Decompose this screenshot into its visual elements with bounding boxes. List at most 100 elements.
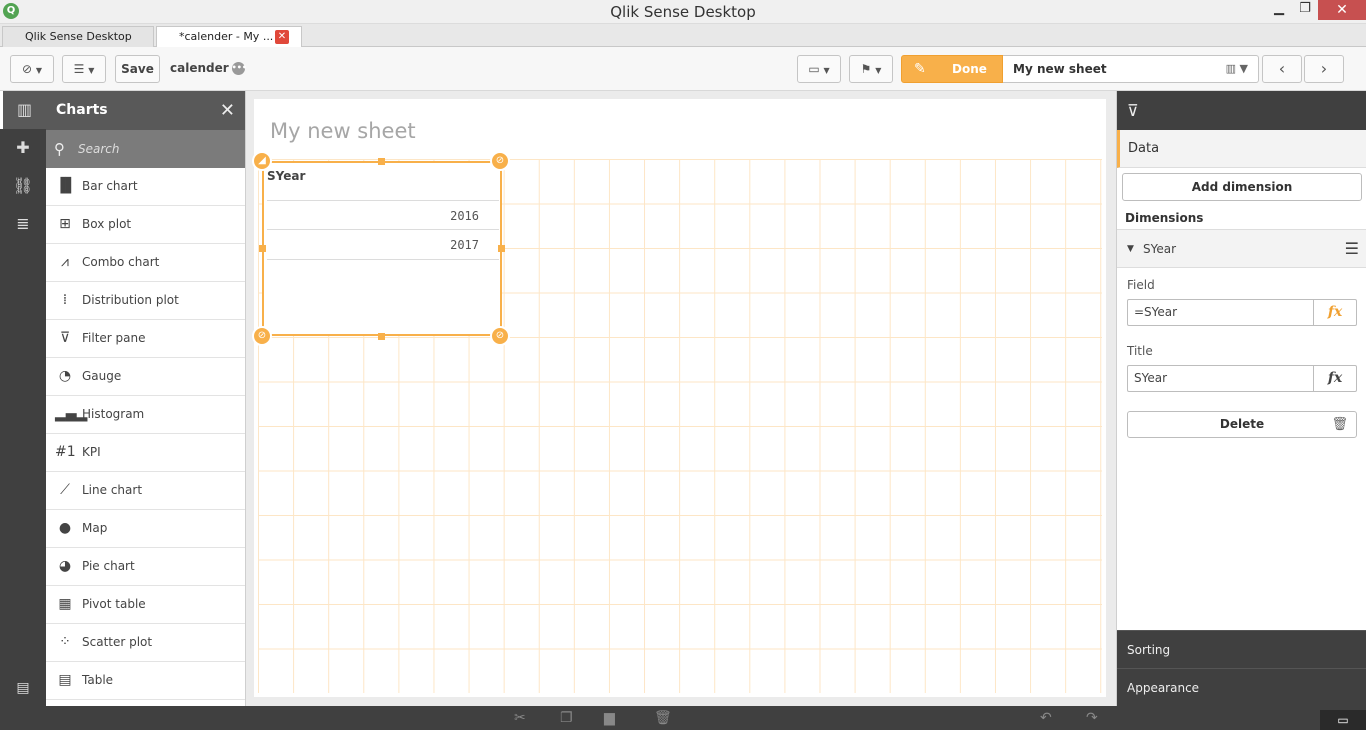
rail-fields[interactable]: ≣	[0, 205, 46, 243]
chart-item-label: Box plot	[82, 217, 132, 231]
resize-handle-top[interactable]	[378, 158, 385, 165]
resize-handle-top-left[interactable]: ◢	[252, 151, 272, 171]
chart-item-label: Scatter plot	[82, 635, 153, 649]
map-icon: ●	[58, 520, 72, 536]
bar-chart-icon: ▥	[16, 100, 33, 119]
rail-extensions[interactable]: ✚	[0, 129, 46, 167]
resize-handle-top-right[interactable]: ⊘	[490, 151, 510, 171]
chart-item-label: Line chart	[82, 483, 143, 497]
undo-icon[interactable]: ↶	[1040, 710, 1052, 726]
previous-sheet-button[interactable]: ‹	[1262, 55, 1302, 83]
asset-rail: ▥ ✚ ⛓ ≣ ▤	[0, 91, 46, 706]
caret-down-icon: ▼	[1127, 244, 1134, 254]
next-sheet-button[interactable]: ›	[1304, 55, 1344, 83]
bookmark-icon: ⚑	[860, 62, 872, 76]
dimension-name: SYear	[1143, 242, 1177, 256]
copy-icon[interactable]: ❐	[560, 710, 573, 726]
list-item[interactable]: 2017	[267, 230, 499, 260]
hamburger-icon[interactable]: ☰	[1345, 230, 1359, 268]
chart-item-distribution-plot[interactable]: ⁞ Distribution plot	[46, 282, 245, 320]
chart-item-gauge[interactable]: ◔ Gauge	[46, 358, 245, 396]
close-window-button[interactable]: ✕	[1318, 0, 1366, 20]
trash-icon: 🗑	[1331, 417, 1348, 432]
rail-master-items[interactable]: ⛓	[0, 167, 46, 205]
app-name-label: calender	[170, 61, 229, 75]
list-item[interactable]: 2016	[267, 200, 499, 230]
field-expression-button[interactable]: fx	[1313, 299, 1357, 326]
chevron-down-icon: ▼	[35, 66, 43, 75]
delete-icon[interactable]: 🗑	[654, 710, 672, 726]
rail-variables[interactable]: ▤	[0, 671, 46, 706]
app-name: calender •••	[170, 61, 247, 75]
dimension-item-syear[interactable]: ▼ SYear ☰	[1117, 229, 1366, 268]
sorting-section[interactable]: Sorting	[1117, 630, 1366, 668]
field-label: Field	[1127, 278, 1155, 292]
paste-icon[interactable]: ▆	[604, 710, 615, 726]
sheet-title[interactable]: My new sheet	[270, 119, 416, 143]
tab-close-icon[interactable]: ✕	[275, 30, 289, 44]
resize-handle-right[interactable]	[498, 245, 505, 252]
bottom-bar: ✂ ❐ ▆ 🗑 ↶ ↷ ▭	[0, 706, 1366, 730]
search-input[interactable]: ⚲ Search	[46, 130, 245, 168]
title-expression-button[interactable]: fx	[1313, 365, 1357, 392]
done-label: Done	[952, 62, 987, 76]
chart-item-map[interactable]: ● Map	[46, 510, 245, 548]
pie-chart-icon: ◕	[58, 558, 72, 574]
chart-item-label: KPI	[82, 445, 101, 459]
bookmark-button[interactable]: ⚑ ▼	[849, 55, 893, 83]
chart-item-pie-chart[interactable]: ◕ Pie chart	[46, 548, 245, 586]
rail-charts[interactable]: ▥	[0, 91, 46, 129]
sheet-selector[interactable]: My new sheet ▥ ▼	[1003, 55, 1259, 83]
bar-chart-icon: ▐▌	[55, 178, 77, 194]
app-info-icon[interactable]: •••	[231, 62, 247, 75]
present-button[interactable]: ▭ ▼	[797, 55, 841, 83]
appearance-section[interactable]: Appearance	[1117, 668, 1366, 706]
database-icon: ≣	[16, 214, 30, 233]
list-menu-button[interactable]: ☰ ▼	[62, 55, 106, 83]
sheet-area: My new sheet SYear 2016 2017 ◢ ⊘ ⊘ ⊘	[246, 91, 1116, 706]
chart-item-scatter-plot[interactable]: ⁘ Scatter plot	[46, 624, 245, 662]
data-section-header[interactable]: Data	[1117, 130, 1366, 168]
navigation-button[interactable]: ⊘ ▼	[10, 55, 54, 83]
done-button[interactable]: ✎ Done	[901, 55, 1003, 83]
filter-pane-object[interactable]: SYear 2016 2017	[262, 161, 502, 336]
window-title: Qlik Sense Desktop	[610, 3, 756, 21]
sheet-name: My new sheet	[1013, 62, 1107, 76]
chart-item-line-chart[interactable]: ⟋ Line chart	[46, 472, 245, 510]
dimensions-label: Dimensions	[1125, 211, 1204, 225]
chart-item-bar-chart[interactable]: ▐▌ Bar chart	[46, 168, 245, 206]
chart-item-box-plot[interactable]: ⊞ Box plot	[46, 206, 245, 244]
add-dimension-button[interactable]: Add dimension	[1122, 173, 1362, 201]
sheet-canvas[interactable]: My new sheet SYear 2016 2017 ◢ ⊘ ⊘ ⊘	[252, 99, 1106, 697]
chart-item-filter-pane[interactable]: ⊽ Filter pane	[46, 320, 245, 358]
redo-icon[interactable]: ↷	[1086, 710, 1098, 726]
presentation-icon: ▭	[808, 62, 820, 76]
tab-label: *calender - My ...	[179, 30, 274, 43]
puzzle-icon: ✚	[16, 138, 30, 157]
chart-item-kpi[interactable]: #1 KPI	[46, 434, 245, 472]
save-button[interactable]: Save	[115, 55, 160, 83]
resize-handle-bottom[interactable]	[378, 333, 385, 340]
link-icon: ⛓	[12, 176, 34, 195]
chart-item-combo-chart[interactable]: ⩘ Combo chart	[46, 244, 245, 282]
close-icon[interactable]: ✕	[220, 91, 235, 130]
chart-item-table[interactable]: ▤ Table	[46, 662, 245, 700]
distribution-plot-icon: ⁞	[62, 292, 68, 308]
tab-hub[interactable]: Qlik Sense Desktop hub	[2, 26, 154, 63]
resize-handle-bottom-right[interactable]: ⊘	[490, 326, 510, 346]
title-input[interactable]: SYear	[1127, 365, 1314, 392]
cut-icon[interactable]: ✂	[514, 710, 526, 726]
maximize-button[interactable]: ❐	[1290, 0, 1320, 20]
toggle-properties-icon[interactable]: ▭	[1320, 710, 1366, 730]
field-input[interactable]: =SYear	[1127, 299, 1314, 326]
resize-handle-bottom-left[interactable]: ⊘	[252, 326, 272, 346]
window-title-bar: Q Qlik Sense Desktop ▁ ❐ ✕	[0, 0, 1366, 24]
tab-calender-app[interactable]: *calender - My ... ✕	[156, 26, 302, 48]
delete-button[interactable]: Delete 🗑	[1127, 411, 1357, 438]
resize-handle-left[interactable]	[259, 245, 266, 252]
chart-item-pivot-table[interactable]: ▦ Pivot table	[46, 586, 245, 624]
chart-item-histogram[interactable]: ▂▄▂ Histogram	[46, 396, 245, 434]
object-title: SYear	[267, 169, 306, 183]
list-icon: ☰	[73, 62, 85, 76]
delete-label: Delete	[1219, 417, 1265, 431]
